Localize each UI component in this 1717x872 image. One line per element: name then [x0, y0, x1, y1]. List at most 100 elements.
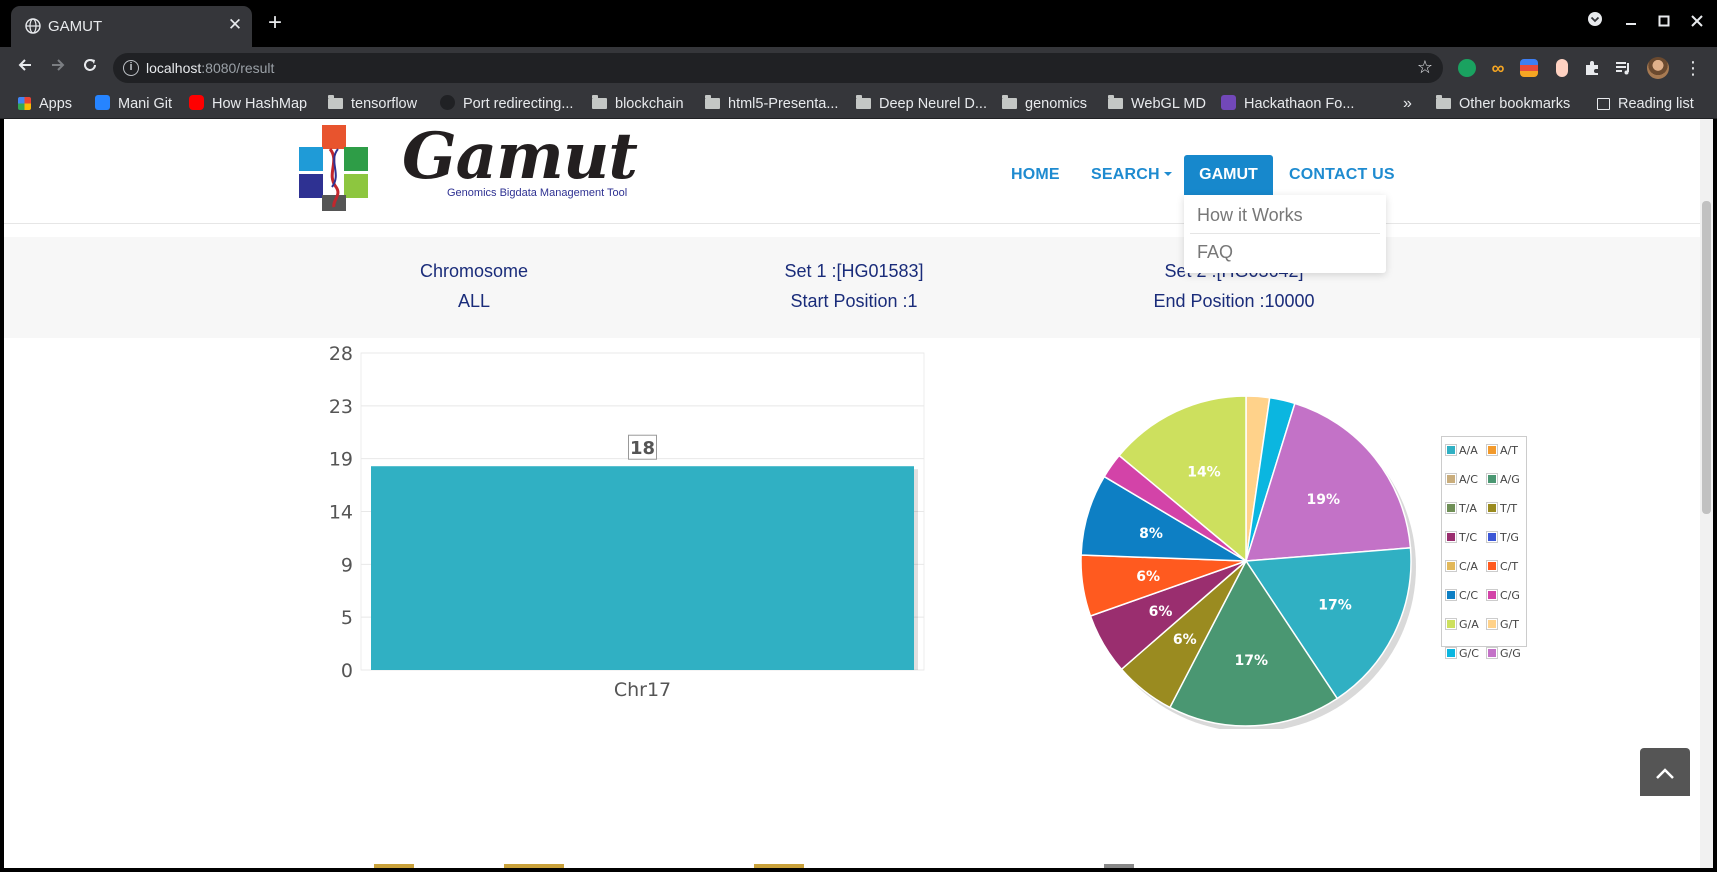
back-to-top-button[interactable]	[1640, 748, 1690, 796]
more-bookmarks-button[interactable]: »	[1403, 94, 1412, 114]
pie-slice-label: 6%	[1173, 632, 1197, 648]
legend-swatch	[1446, 474, 1456, 484]
bookmark-deep-neurel[interactable]: Deep Neurel D...	[856, 94, 987, 114]
bookmark-label: Mani Git	[118, 96, 172, 112]
media-queue-icon[interactable]	[1614, 59, 1632, 77]
legend-swatch	[1446, 590, 1456, 600]
back-button[interactable]	[12, 55, 38, 81]
infinity-extension-icon[interactable]: ∞	[1489, 59, 1507, 77]
nav-home[interactable]: HOME	[1011, 166, 1060, 184]
bookmark-hackathaon[interactable]: Hackathaon Fo...	[1221, 94, 1354, 114]
chromosome-label: Chromosome	[419, 261, 529, 281]
legend-swatch	[1487, 561, 1497, 571]
partially-visible-content	[374, 864, 1134, 868]
legend-label: G/A	[1459, 618, 1479, 631]
browser-tab[interactable]: GAMUT ✕	[11, 6, 252, 47]
logo-title: Gamut	[402, 119, 638, 194]
reading-list-button[interactable]: Reading list	[1597, 94, 1694, 114]
bookmark-port-redirecting[interactable]: Port redirecting...	[440, 94, 573, 114]
legend-item[interactable]: A/T	[1487, 444, 1518, 457]
legend-item[interactable]: C/C	[1446, 589, 1478, 602]
extension-bottle-icon[interactable]	[1556, 59, 1568, 77]
maximize-icon[interactable]	[1651, 10, 1677, 36]
tab-strip: GAMUT ✕ +	[0, 0, 1717, 47]
browser-toolbar: i localhost:8080/result ☆ ∞ ⋮	[0, 47, 1717, 88]
legend-item[interactable]: C/A	[1446, 560, 1478, 573]
legend-swatch	[1487, 648, 1497, 658]
url-path: :8080/result	[201, 60, 275, 76]
menu-item-faq[interactable]: FAQ	[1197, 242, 1233, 263]
legend-item[interactable]: A/C	[1446, 473, 1478, 486]
x-tick-label: Chr17	[614, 679, 671, 701]
folder-icon	[1002, 95, 1017, 109]
y-tick-label: 19	[329, 449, 353, 471]
bookmark-html5-presenta[interactable]: html5-Presenta...	[705, 94, 838, 114]
new-tab-button[interactable]: +	[263, 11, 287, 36]
bookmark-apps[interactable]: Apps	[18, 94, 72, 114]
nav-gamut[interactable]: GAMUT	[1184, 155, 1273, 195]
nav-search[interactable]: SEARCH	[1091, 166, 1172, 184]
legend-swatch	[1446, 619, 1456, 629]
data-label: 18	[630, 438, 655, 459]
menu-item-how-it-works[interactable]: How it Works	[1197, 205, 1303, 226]
legend-label: G/G	[1500, 647, 1521, 660]
header-divider	[4, 223, 1700, 224]
pie-slice-label: 6%	[1136, 569, 1160, 585]
legend-label: T/C	[1459, 531, 1478, 544]
address-bar[interactable]: i localhost:8080/result ☆	[113, 53, 1443, 83]
profile-avatar[interactable]	[1647, 57, 1669, 79]
other-bookmarks-folder[interactable]: Other bookmarks	[1436, 94, 1570, 114]
logo-subtitle: Genomics Bigdata Management Tool	[447, 187, 628, 199]
bookmark-webgl-md[interactable]: WebGL MD	[1108, 94, 1206, 114]
legend-item[interactable]: T/C	[1446, 531, 1477, 544]
minimize-icon[interactable]	[1618, 10, 1644, 36]
legend-swatch	[1487, 590, 1497, 600]
extension-green-icon[interactable]	[1458, 59, 1476, 77]
arrow-right-icon	[52, 59, 65, 71]
legend-item[interactable]: C/G	[1487, 589, 1520, 602]
legend-item[interactable]: G/C	[1446, 647, 1479, 660]
bookmark-label: genomics	[1025, 96, 1088, 112]
reload-button[interactable]	[77, 55, 103, 81]
bookmark-label: Deep Neurel D...	[879, 96, 987, 112]
pie-slice-label: 17%	[1235, 653, 1269, 669]
legend-item[interactable]: A/A	[1446, 444, 1478, 457]
bookmark-star-icon[interactable]: ☆	[1417, 57, 1433, 78]
extension-bars-icon[interactable]	[1520, 59, 1538, 77]
extensions-puzzle-icon[interactable]	[1583, 59, 1601, 77]
scrollbar-thumb[interactable]	[1702, 201, 1711, 514]
close-tab-icon[interactable]: ✕	[225, 15, 245, 35]
bookmark-mani-git[interactable]: Mani Git	[95, 94, 172, 114]
legend-item[interactable]: A/G	[1487, 473, 1520, 486]
legend-item[interactable]: G/G	[1487, 647, 1521, 660]
pie-slice-label: 8%	[1139, 526, 1163, 542]
chromosome-value: ALL	[457, 291, 491, 311]
legend-label: T/T	[1500, 502, 1518, 515]
legend-item[interactable]: C/T	[1487, 560, 1518, 573]
legend-swatch	[1487, 474, 1497, 484]
legend-item[interactable]: T/A	[1446, 502, 1477, 515]
bookmark-blockchain[interactable]: blockchain	[592, 94, 684, 114]
legend-item[interactable]: G/T	[1487, 618, 1519, 631]
site-info-icon[interactable]: i	[123, 60, 139, 76]
forms-icon	[1221, 95, 1236, 110]
forward-button[interactable]	[45, 55, 71, 81]
nav-contact-us[interactable]: CONTACT US	[1289, 166, 1395, 184]
bookmark-label: Other bookmarks	[1459, 96, 1571, 112]
close-window-icon[interactable]	[1684, 10, 1710, 36]
legend-item[interactable]: T/G	[1487, 531, 1519, 544]
menu-kebab-icon[interactable]: ⋮	[1680, 55, 1706, 81]
summary-bar: Chromosome ALL Set 1 :[HG01583] Start Po…	[4, 237, 1700, 338]
url-host: localhost	[146, 60, 202, 76]
legend-item[interactable]: T/T	[1487, 502, 1517, 515]
url-text: localhost:8080/result	[146, 60, 274, 76]
page-scrollbar[interactable]	[1700, 119, 1713, 868]
pie-legend: A/A A/T A/C A/G T/A T/T T/C T/G C/A C/T C/C C/G G/A G…	[1441, 436, 1527, 660]
bookmark-genomics[interactable]: genomics	[1002, 94, 1087, 114]
arrow-left-icon	[18, 59, 31, 71]
bookmark-label: tensorflow	[351, 96, 418, 112]
bookmark-tensorflow[interactable]: tensorflow	[328, 94, 417, 114]
legend-item[interactable]: G/A	[1446, 618, 1479, 631]
bookmark-how-hashmap[interactable]: How HashMap	[189, 94, 307, 114]
tab-search-icon[interactable]	[1582, 10, 1608, 36]
